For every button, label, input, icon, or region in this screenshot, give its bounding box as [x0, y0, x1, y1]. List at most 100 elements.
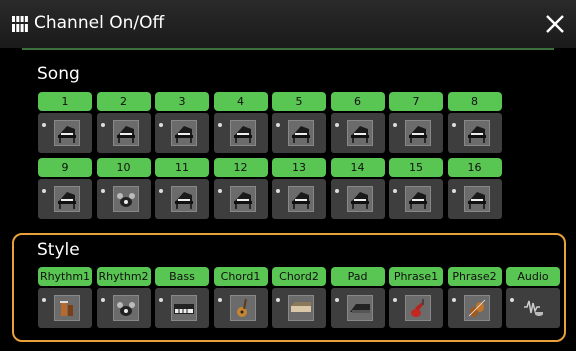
style-channel-toggle[interactable]: Chord2 [272, 267, 326, 286]
song-channel-voice-tile[interactable] [96, 179, 151, 219]
song-channel-voice-tile[interactable] [213, 113, 268, 153]
piano-icon [54, 120, 80, 146]
style-channel-voice-tile[interactable] [96, 288, 151, 328]
song-channel-toggle[interactable]: 13 [272, 158, 326, 177]
piano-icon [54, 186, 80, 212]
song-channel-toggle[interactable]: 10 [96, 158, 151, 177]
piano-icon [112, 120, 139, 146]
song-channel: 14 [330, 158, 385, 219]
song-channel-voice-tile[interactable] [38, 179, 92, 219]
piano-icon [405, 186, 431, 212]
style-channel-toggle[interactable]: Phrase2 [447, 267, 502, 286]
song-channel: 10 [96, 158, 151, 219]
indicator-dot [451, 298, 456, 302]
song-channel-toggle[interactable]: 11 [155, 158, 209, 177]
song-channel-voice-tile[interactable] [389, 113, 443, 153]
piano-icon [463, 186, 490, 212]
electric-guitar-icon [405, 295, 431, 321]
style-channel-voice-tile[interactable] [213, 288, 268, 328]
song-channel-voice-tile[interactable] [272, 179, 326, 219]
style-channel: Phrase1 [389, 267, 443, 328]
song-channel: 15 [389, 158, 443, 219]
song-channel-voice-tile[interactable] [447, 113, 502, 153]
song-channel-toggle[interactable]: 15 [389, 158, 443, 177]
style-channel-toggle[interactable]: Phrase1 [389, 267, 443, 286]
acoustic-guitar-icon [229, 295, 256, 321]
title-bar: Channel On/Off [0, 0, 576, 48]
style-channel-voice-tile[interactable] [330, 288, 385, 328]
indicator-dot [159, 189, 163, 193]
piano-icon [229, 186, 256, 212]
style-channel-voice-tile[interactable] [506, 288, 560, 328]
style-channel: Chord1 [213, 267, 268, 328]
style-channel-voice-tile[interactable] [38, 288, 92, 328]
piano-icon [346, 120, 373, 146]
song-channel-voice-tile[interactable] [155, 179, 209, 219]
song-channel: 3 [155, 92, 209, 153]
piano-icon [171, 186, 197, 212]
song-channel: 11 [155, 158, 209, 219]
song-channel-voice-tile[interactable] [389, 179, 443, 219]
indicator-dot [334, 189, 339, 193]
song-channel-toggle[interactable]: 5 [272, 92, 326, 111]
audio-waveform-icon [522, 295, 548, 321]
song-channel-voice-tile[interactable] [330, 113, 385, 153]
indicator-dot [100, 123, 105, 127]
style-channel-toggle[interactable]: Rhythm2 [96, 267, 151, 286]
song-channel-toggle[interactable]: 8 [447, 92, 502, 111]
song-channel-voice-tile[interactable] [330, 179, 385, 219]
song-section-label: Song [37, 64, 80, 84]
song-channel-toggle[interactable]: 6 [330, 92, 385, 111]
keyboard-icon [346, 295, 373, 321]
song-channel-voice-tile[interactable] [447, 179, 502, 219]
style-channel-toggle[interactable]: Pad [330, 267, 385, 286]
song-channel-toggle[interactable]: 1 [38, 92, 92, 111]
style-channel-voice-tile[interactable] [389, 288, 443, 328]
piano-icon [288, 120, 314, 146]
style-channel-voice-tile[interactable] [155, 288, 209, 328]
indicator-dot [393, 189, 397, 193]
song-channel: 13 [272, 158, 326, 219]
song-channel-voice-tile[interactable] [155, 113, 209, 153]
song-channel-voice-tile[interactable] [272, 113, 326, 153]
song-channel-toggle[interactable]: 3 [155, 92, 209, 111]
indicator-dot [276, 298, 280, 302]
style-channel-toggle[interactable]: Bass [155, 267, 209, 286]
indicator-dot [451, 123, 456, 127]
song-channel-voice-tile[interactable] [213, 179, 268, 219]
piano-icon [346, 186, 373, 212]
style-channel: Bass [155, 267, 209, 328]
song-channel-toggle[interactable]: 4 [213, 92, 268, 111]
indicator-dot [159, 298, 163, 302]
style-channel: Audio [506, 267, 560, 328]
song-channel-toggle[interactable]: 9 [38, 158, 92, 177]
song-channel-toggle[interactable]: 7 [389, 92, 443, 111]
song-channel: 2 [96, 92, 151, 153]
song-channel-toggle[interactable]: 12 [213, 158, 268, 177]
style-channel: Rhythm2 [96, 267, 151, 328]
indicator-dot [393, 298, 397, 302]
style-channel-voice-tile[interactable] [447, 288, 502, 328]
style-channel-toggle[interactable]: Chord1 [213, 267, 268, 286]
song-channel-toggle[interactable]: 16 [447, 158, 502, 177]
style-channel-toggle[interactable]: Rhythm1 [38, 267, 92, 286]
style-channel-toggle[interactable]: Audio [506, 267, 560, 286]
style-channel-voice-tile[interactable] [272, 288, 326, 328]
drum-kit-icon [112, 295, 139, 321]
song-channel-voice-tile[interactable] [38, 113, 92, 153]
song-channel: 5 [272, 92, 326, 153]
song-channel: 16 [447, 158, 502, 219]
song-channel-toggle[interactable]: 14 [330, 158, 385, 177]
close-icon[interactable] [542, 9, 568, 39]
indicator-dot [217, 189, 222, 193]
song-channel-toggle[interactable]: 2 [96, 92, 151, 111]
indicator-dot [217, 123, 222, 127]
song-channel-voice-tile[interactable] [96, 113, 151, 153]
piano-icon [229, 120, 256, 146]
indicator-dot [100, 189, 105, 193]
piano-icon [171, 120, 197, 146]
indicator-dot [42, 123, 46, 127]
song-channel: 4 [213, 92, 268, 153]
song-channel: 6 [330, 92, 385, 153]
percussion-icon [54, 295, 80, 321]
